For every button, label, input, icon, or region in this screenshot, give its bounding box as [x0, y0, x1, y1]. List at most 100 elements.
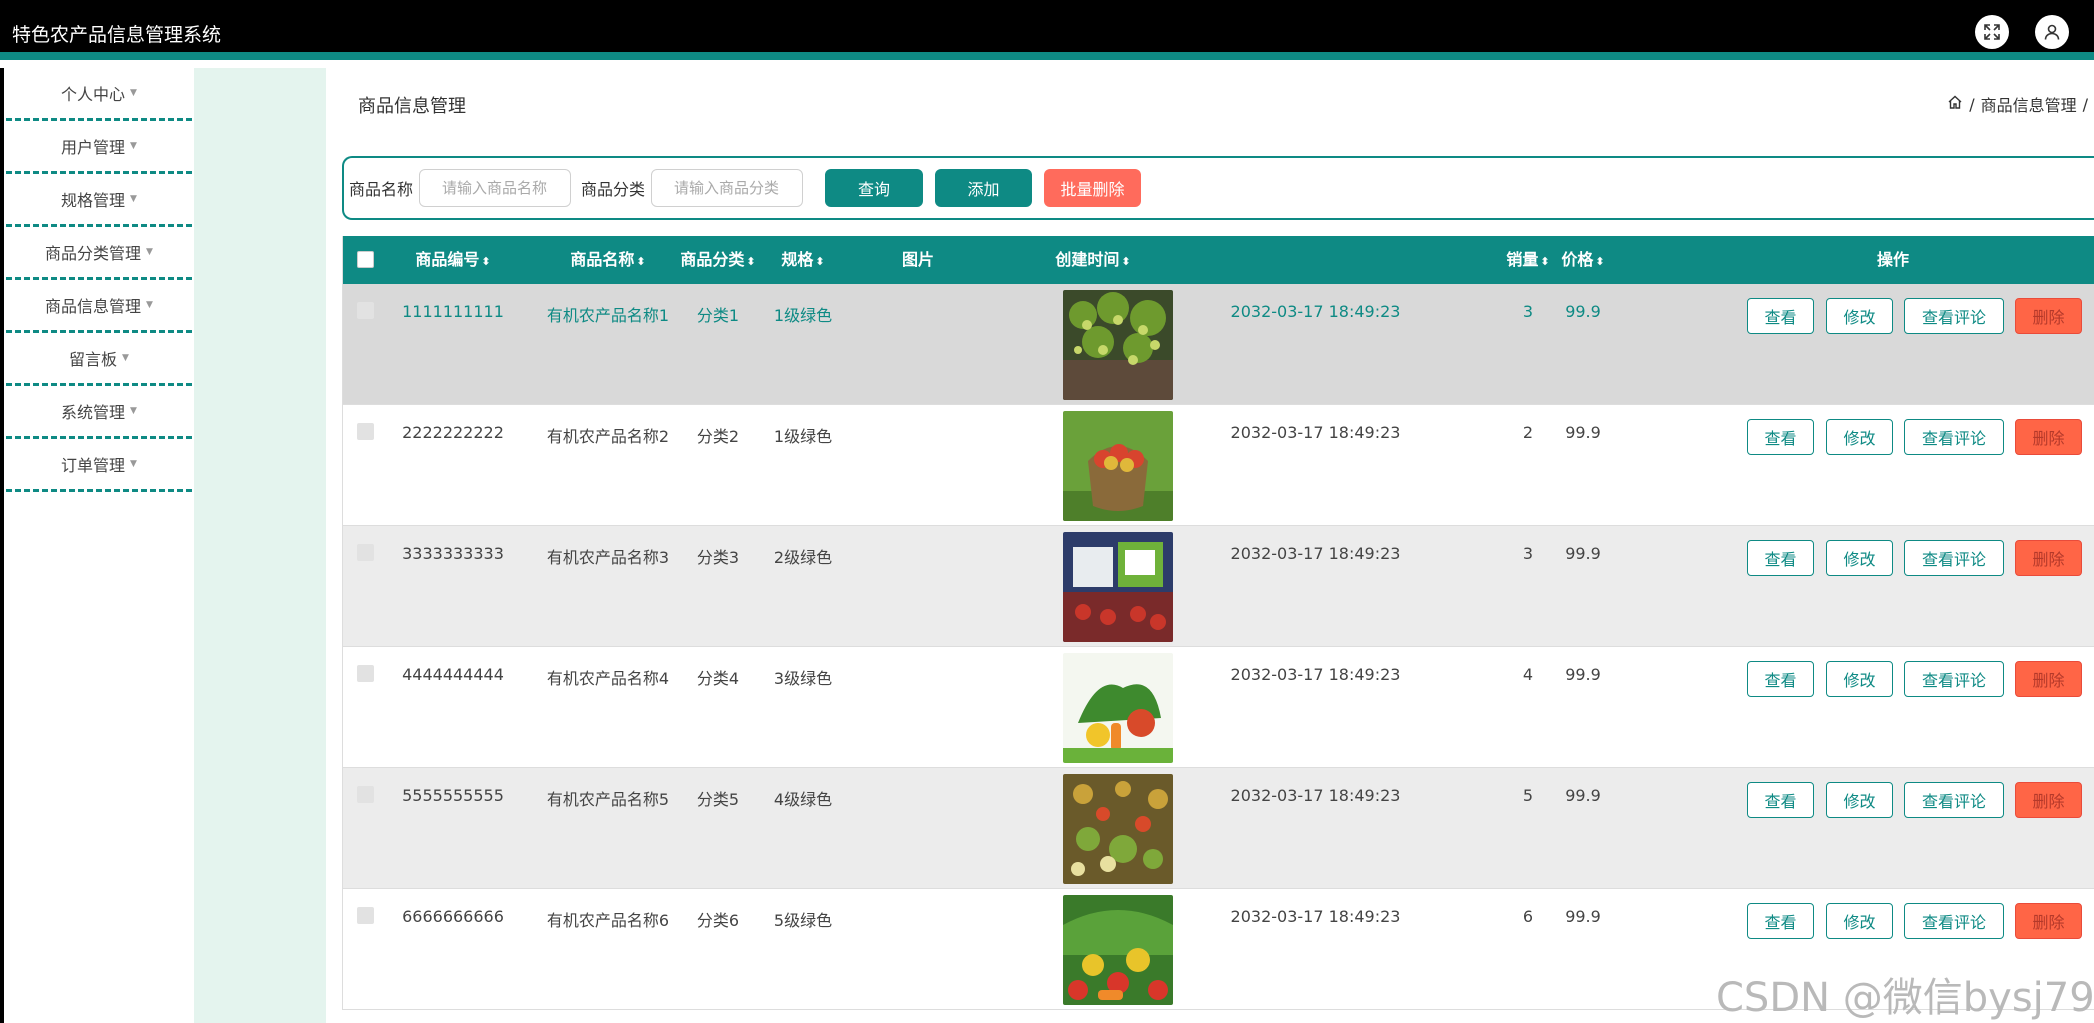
row-checkbox[interactable]	[357, 423, 374, 440]
cell-created: 2032-03-17 18:49:23	[1230, 907, 1401, 926]
sidebar-item[interactable]: 用户管理 ▼	[6, 121, 192, 174]
edit-button[interactable]: 修改	[1826, 298, 1893, 334]
edit-button[interactable]: 修改	[1826, 661, 1893, 697]
table-row[interactable]: 2222222222 有机农产品名称2 分类2 1级绿色 2032-03-17 18:4…	[343, 405, 2094, 526]
breadcrumb: / 商品信息管理 /	[1947, 92, 2088, 116]
cell-id: 3333333333	[402, 544, 504, 563]
product-image[interactable]	[1063, 895, 1173, 1005]
cell-created: 2032-03-17 18:49:23	[1230, 302, 1401, 321]
category-search-label: 商品分类	[581, 180, 646, 199]
sidebar-item[interactable]: 订单管理 ▼	[6, 439, 192, 492]
cell-id: 5555555555	[402, 786, 504, 805]
cell-name: 有机农产品名称2	[546, 427, 670, 446]
header-spec[interactable]: 规格 ⬍	[763, 236, 843, 284]
cell-spec: 1级绿色	[773, 427, 833, 446]
product-image[interactable]	[1063, 290, 1173, 400]
edit-button[interactable]: 修改	[1826, 540, 1893, 576]
table-row[interactable]: 3333333333 有机农产品名称3 分类3 2级绿色 2032-03-17 18:4…	[343, 526, 2094, 647]
table-row[interactable]: 1111111111 有机农产品名称1 分类1 1级绿色 2032-03-17 18:4…	[343, 284, 2094, 405]
row-checkbox[interactable]	[357, 786, 374, 803]
breadcrumb-separator: /	[2082, 94, 2088, 114]
cell-price: 99.9	[1565, 907, 1601, 926]
edit-button[interactable]: 修改	[1826, 782, 1893, 818]
cell-spec: 4级绿色	[773, 790, 833, 809]
cell-created: 2032-03-17 18:49:23	[1230, 665, 1401, 684]
edit-button[interactable]: 修改	[1826, 903, 1893, 939]
product-image[interactable]	[1063, 774, 1173, 884]
view-reviews-button[interactable]: 查看评论	[1904, 903, 2004, 939]
view-reviews-button[interactable]: 查看评论	[1904, 540, 2004, 576]
cell-created: 2032-03-17 18:49:23	[1230, 544, 1401, 563]
edit-button[interactable]: 修改	[1826, 419, 1893, 455]
chevron-down-icon: ▼	[130, 141, 137, 151]
view-button[interactable]: 查看	[1747, 782, 1814, 818]
product-image[interactable]	[1063, 532, 1173, 642]
sidebar-item[interactable]: 留言板 ▼	[6, 333, 192, 386]
chevron-down-icon: ▼	[146, 300, 153, 310]
header-id[interactable]: 商品编号 ⬍	[393, 236, 513, 284]
add-button[interactable]: 添加	[935, 169, 1033, 207]
header-name[interactable]: 商品名称 ⬍	[533, 236, 683, 284]
cell-id: 2222222222	[402, 423, 504, 442]
delete-button[interactable]: 删除	[2015, 782, 2082, 818]
delete-button[interactable]: 删除	[2015, 419, 2082, 455]
row-checkbox[interactable]	[357, 907, 374, 924]
cell-id: 6666666666	[402, 907, 504, 926]
header-price[interactable]: 价格 ⬍	[1543, 236, 1623, 284]
cell-price: 99.9	[1565, 302, 1601, 321]
query-button[interactable]: 查询	[825, 169, 924, 207]
view-reviews-button[interactable]: 查看评论	[1904, 661, 2004, 697]
table-row[interactable]: 5555555555 有机农产品名称5 分类5 4级绿色 2032-03-17 18:4…	[343, 768, 2094, 889]
chevron-down-icon: ▼	[146, 247, 153, 257]
name-search-label: 商品名称	[349, 180, 414, 199]
cell-id: 4444444444	[402, 665, 504, 684]
sidebar-item-label: 商品信息管理	[45, 297, 142, 316]
header-created[interactable]: 创建时间 ⬍	[1003, 236, 1183, 284]
view-button[interactable]: 查看	[1747, 661, 1814, 697]
view-button[interactable]: 查看	[1747, 540, 1814, 576]
cell-price: 99.9	[1565, 423, 1601, 442]
view-button[interactable]: 查看	[1747, 419, 1814, 455]
delete-button[interactable]: 删除	[2015, 661, 2082, 697]
delete-button[interactable]: 删除	[2015, 298, 2082, 334]
sidebar-item[interactable]: 商品分类管理 ▼	[6, 227, 192, 280]
cell-category: 分类5	[696, 790, 740, 809]
sidebar-item-label: 订单管理	[61, 456, 126, 475]
view-button[interactable]: 查看	[1747, 298, 1814, 334]
header-actions: 操作	[1876, 250, 1909, 269]
user-avatar-icon[interactable]	[2035, 15, 2069, 49]
product-table: 商品编号 ⬍ 商品名称 ⬍ 商品分类 ⬍ 规格 ⬍ 图片 创建时间 ⬍ 销量 ⬍ 价格 ⬍ 操…	[342, 236, 2094, 1010]
cell-name: 有机农产品名称5	[546, 790, 670, 809]
row-checkbox[interactable]	[357, 665, 374, 682]
sidebar-background	[194, 68, 326, 1023]
sidebar-item[interactable]: 系统管理 ▼	[6, 386, 192, 439]
row-checkbox[interactable]	[357, 544, 374, 561]
breadcrumb-current[interactable]: 商品信息管理	[1981, 92, 2077, 116]
view-reviews-button[interactable]: 查看评论	[1904, 298, 2004, 334]
name-search-input[interactable]	[419, 169, 572, 207]
view-reviews-button[interactable]: 查看评论	[1904, 419, 2004, 455]
category-search-input[interactable]	[651, 169, 804, 207]
select-all-checkbox[interactable]	[357, 251, 374, 268]
table-row[interactable]: 4444444444 有机农产品名称4 分类4 3级绿色 2032-03-17 18:4…	[343, 647, 2094, 768]
row-checkbox[interactable]	[357, 302, 374, 319]
header-category[interactable]: 商品分类 ⬍	[663, 236, 773, 284]
sidebar-item-label: 商品分类管理	[45, 244, 142, 263]
product-image[interactable]	[1063, 653, 1173, 763]
product-image[interactable]	[1063, 411, 1173, 521]
delete-button[interactable]: 删除	[2015, 903, 2082, 939]
sidebar-item[interactable]: 个人中心 ▼	[6, 68, 192, 121]
view-reviews-button[interactable]: 查看评论	[1904, 782, 2004, 818]
sidebar-item[interactable]: 商品信息管理 ▼	[6, 280, 192, 333]
fullscreen-icon[interactable]	[1975, 15, 2009, 49]
cell-spec: 2级绿色	[773, 548, 833, 567]
cell-name: 有机农产品名称1	[546, 306, 670, 325]
cell-id: 1111111111	[402, 302, 504, 321]
sidebar-item[interactable]: 规格管理 ▼	[6, 174, 192, 227]
batch-delete-button[interactable]: 批量删除	[1044, 169, 1142, 207]
view-button[interactable]: 查看	[1747, 903, 1814, 939]
delete-button[interactable]: 删除	[2015, 540, 2082, 576]
home-icon[interactable]	[1947, 94, 1963, 114]
cell-name: 有机农产品名称4	[546, 669, 670, 688]
cell-created: 2032-03-17 18:49:23	[1230, 786, 1401, 805]
